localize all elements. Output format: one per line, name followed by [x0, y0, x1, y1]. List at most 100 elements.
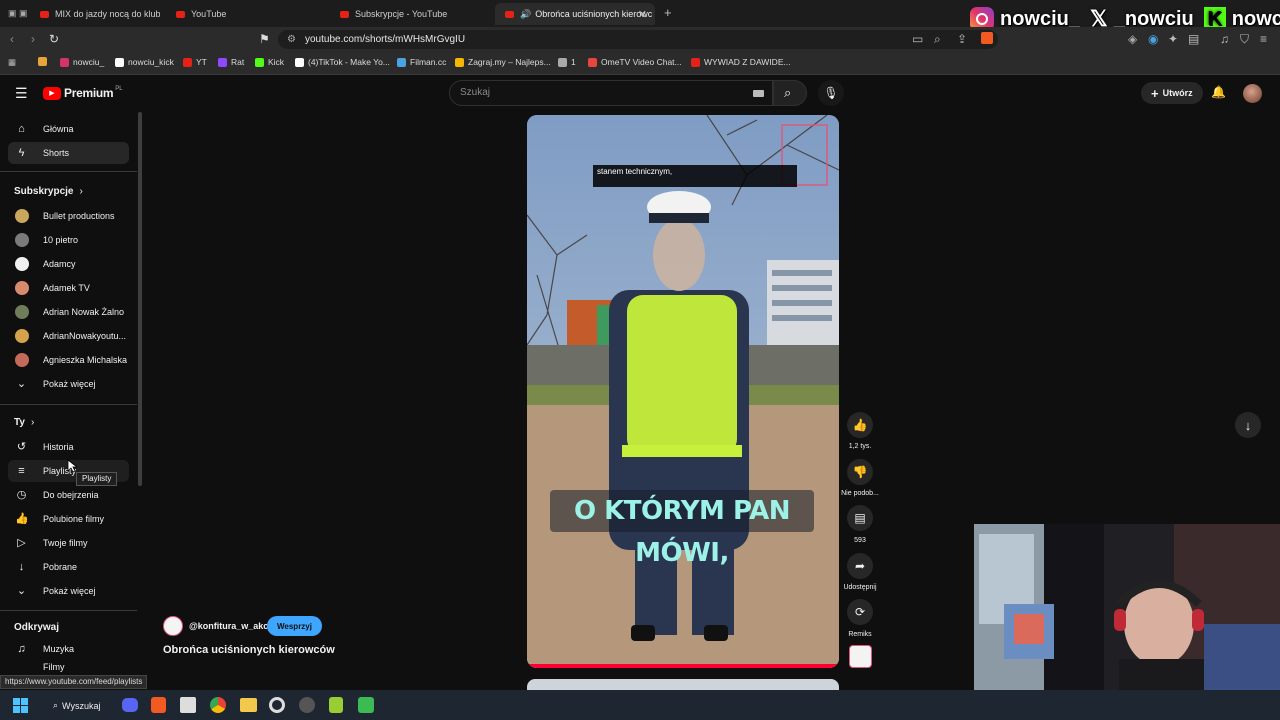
bookmark-label: 1 — [571, 57, 576, 67]
bookmark-item[interactable]: Zagraj.my – Najleps... — [455, 57, 551, 67]
sidebar-item-shorts[interactable]: ϟ Shorts — [8, 142, 129, 164]
bookmark-icon[interactable]: ⚑ — [259, 32, 270, 46]
sidebar-item-history[interactable]: ↺ Historia — [8, 436, 129, 458]
support-button[interactable]: Wesprzyj — [267, 616, 322, 636]
channel-avatar[interactable] — [163, 616, 183, 636]
channel-handle[interactable]: @konfitura_w_akcji — [189, 621, 273, 631]
arrow-down-icon: ↓ — [1244, 417, 1252, 433]
sidebar-item-music[interactable]: ♫ Muzyka — [8, 638, 129, 660]
tab-subscriptions[interactable]: Subskrypcje - YouTube — [330, 3, 490, 25]
voice-search-button[interactable]: 🎙 — [818, 80, 844, 106]
site-info-icon[interactable]: ⚙ — [287, 30, 296, 49]
short-title[interactable]: Obrońca uciśnionych kierowców — [163, 644, 335, 656]
bookmark-item[interactable]: nowciu_ — [60, 57, 104, 67]
cast-icon[interactable]: ▭ — [912, 32, 923, 46]
sidebar-subscription-adamek-tv[interactable]: Adamek TV — [8, 277, 129, 299]
taskbar-search-label: Wyszukaj — [62, 700, 101, 711]
forward-icon[interactable]: › — [31, 32, 35, 46]
sidebar-show-more-you[interactable]: ⌄ Pokaż więcej — [8, 580, 129, 602]
tab-active-short[interactable]: 🔊 Obrońca uciśnionych kierowc ✕ — [495, 3, 655, 25]
sidebar-subscription-10-pietro[interactable]: 10 pietro — [8, 229, 129, 251]
sidebar-subscription-bullet-productions[interactable]: Bullet productions — [8, 205, 129, 227]
tab-label: Obrońca uciśnionych kierowc — [535, 9, 653, 19]
bookmark-item[interactable]: Kick — [255, 57, 284, 67]
extension-icon[interactable]: ◉ — [1148, 32, 1158, 46]
bookmark-folder-icon[interactable] — [38, 57, 51, 66]
account-avatar[interactable] — [1243, 84, 1262, 103]
bookmark-item[interactable]: OmeTV Video Chat... — [588, 57, 682, 67]
hamburger-menu-icon[interactable]: ☰ — [15, 85, 28, 102]
obs-icon[interactable] — [269, 697, 285, 713]
video-progress-bar[interactable] — [527, 664, 839, 668]
bookmark-item[interactable]: (4)TikTok - Make Yo... — [295, 57, 390, 67]
apps-grid-icon[interactable]: ▦ — [8, 57, 16, 68]
sidebar-show-more-subscriptions[interactable]: ⌄ Pokaż więcej — [8, 373, 129, 395]
dislike-button[interactable]: 👎 — [847, 459, 873, 485]
discord-icon[interactable] — [122, 698, 138, 712]
chrome-icon[interactable] — [210, 697, 226, 713]
sidebar-item-label: 10 pietro — [43, 235, 79, 245]
app-icon[interactable] — [180, 697, 196, 713]
windows-start-icon[interactable] — [13, 698, 28, 713]
tab-actions-icon[interactable]: ▣ ▣ — [8, 8, 28, 19]
file-explorer-icon[interactable] — [240, 698, 257, 712]
extension-icon[interactable]: ◈ — [1128, 32, 1137, 46]
app-icon[interactable] — [358, 697, 374, 713]
comments-button[interactable]: ▤ — [847, 505, 873, 531]
zoom-icon[interactable]: ⌕ — [934, 32, 941, 47]
next-short-button[interactable]: ↓ — [1235, 412, 1261, 438]
bookmark-item[interactable]: Filman.cc — [397, 57, 446, 67]
remix-button[interactable]: ⟳ — [847, 599, 873, 625]
notifications-bell-icon[interactable]: 🔔 — [1211, 85, 1226, 99]
sidebar-subscription-adamcy[interactable]: Adamcy — [8, 253, 129, 275]
bookmark-item[interactable]: nowciu_kick — [115, 57, 174, 67]
menu-icon[interactable]: ≡ — [1260, 32, 1267, 46]
status-url-text: https://www.youtube.com/feed/playlists — [5, 677, 143, 686]
bookmark-item[interactable]: YT — [183, 57, 207, 67]
subscriptions-heading[interactable]: Subskrypcje › — [14, 186, 83, 197]
bookmark-item[interactable]: Rat — [218, 57, 244, 67]
sidebar-item-label: Historia — [43, 442, 74, 452]
speaker-icon[interactable]: 🔊 — [520, 9, 531, 20]
sidebar-subscription-adriannowakyoutu[interactable]: AdrianNowakyoutu... — [8, 325, 129, 347]
next-short-preview[interactable] — [527, 679, 839, 690]
search-button[interactable]: ⌕ — [773, 80, 807, 106]
sidebar-item-home[interactable]: ⌂ Główna — [8, 118, 129, 140]
back-icon[interactable]: ‹ — [10, 32, 14, 46]
tab-mix[interactable]: MIX do jazdy nocą do klubu E — [30, 3, 160, 25]
you-heading[interactable]: Ty › — [14, 417, 34, 428]
youtube-logo[interactable]: ▶ Premium PL — [43, 86, 123, 100]
close-tab-icon[interactable]: ✕ — [638, 8, 647, 21]
bookmark-item[interactable]: WYWIAD Z DAWIDE... — [691, 57, 791, 67]
brave-shield-icon[interactable] — [981, 32, 993, 44]
sidebar-item-your-videos[interactable]: ▷ Twoje filmy — [8, 532, 129, 554]
new-tab-icon[interactable]: + — [664, 5, 672, 20]
taskbar-search[interactable]: ⌕ Wyszukaj — [45, 696, 111, 715]
music-icon[interactable]: ♫ — [1220, 32, 1229, 46]
short-video-player[interactable]: stanem technicznym, O KTÓRYM PAN MÓWI, — [527, 115, 839, 668]
bookmark-item[interactable]: 1 — [558, 57, 576, 67]
search-input[interactable]: Szukaj — [449, 80, 773, 106]
create-button[interactable]: + Utwórz — [1141, 82, 1203, 104]
puzzle-icon[interactable]: ✦ — [1168, 32, 1178, 46]
sidebar-scrollbar[interactable] — [138, 112, 142, 486]
steam-icon[interactable] — [299, 697, 315, 713]
tab-youtube[interactable]: YouTube — [166, 3, 326, 25]
sidebar-subscription-adrian-nowak-zalno[interactable]: Adrian Nowak Żalno — [8, 301, 129, 323]
share-icon[interactable]: ⇪ — [957, 32, 967, 46]
sidebar-item-films[interactable]: Filmy — [8, 662, 129, 672]
sidebar-item-liked-videos[interactable]: 👍 Polubione filmy — [8, 508, 129, 530]
share-button[interactable]: ➦ — [847, 553, 873, 579]
sidebar-item-watch-later[interactable]: ◷ Do obejrzenia — [8, 484, 129, 506]
address-bar[interactable]: ⚙ youtube.com/shorts/mWHsMrGvgIU — [278, 30, 998, 49]
brave-icon[interactable] — [151, 697, 166, 713]
sound-thumbnail[interactable] — [849, 645, 872, 668]
sidebar-icon[interactable]: ▤ — [1188, 32, 1199, 46]
shield-icon[interactable]: ⛉ — [1240, 32, 1249, 47]
app-icon[interactable] — [329, 697, 343, 713]
sidebar-subscription-agnieszka-michalska[interactable]: Agnieszka Michalska — [8, 349, 129, 371]
like-button[interactable]: 👍 — [847, 412, 873, 438]
reload-icon[interactable]: ↻ — [49, 32, 59, 46]
keyboard-icon[interactable] — [753, 90, 764, 97]
sidebar-item-downloads[interactable]: ↓ Pobrane — [8, 556, 129, 578]
